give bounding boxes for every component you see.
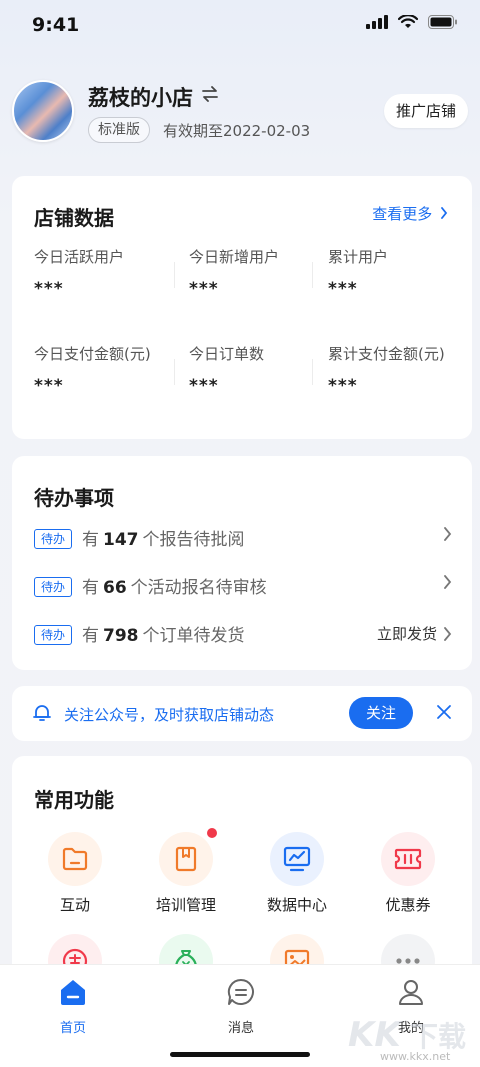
- notice-text: 关注公众号，及时获取店铺动态: [64, 706, 275, 724]
- todo-count: 798: [103, 626, 139, 646]
- functions-title: 常用功能: [34, 788, 114, 812]
- shop-header: 荔枝的小店 标准版 有效期至2022-02-03 推广店铺: [12, 80, 468, 150]
- func-label: 互动: [59, 896, 90, 914]
- follow-notice-banner: 关注公众号，及时获取店铺动态 关注: [12, 686, 472, 741]
- todo-row-activities[interactable]: 待办 有 66 个活动报名待审核: [34, 573, 452, 603]
- tab-home[interactable]: 首页: [33, 977, 113, 1036]
- todo-count: 147: [103, 530, 139, 550]
- bell-icon: [33, 705, 51, 721]
- edition-badge: 标准版: [88, 117, 150, 143]
- stat-divider: [312, 359, 313, 385]
- todo-text: 有 798 个订单待发货: [82, 621, 245, 646]
- stat-divider: [174, 359, 175, 385]
- func-interaction[interactable]: 互动: [30, 832, 120, 915]
- todo-text: 有 66 个活动报名待审核: [82, 573, 267, 598]
- watermark-url: www.kkx.net: [380, 1050, 451, 1063]
- chevron-right-icon: [441, 207, 448, 219]
- chart-icon: [270, 832, 324, 886]
- home-icon: [61, 980, 85, 1005]
- status-bar: 9:41: [0, 0, 480, 50]
- todo-row-orders[interactable]: 待办 有 798 个订单待发货 立即发货: [34, 621, 452, 651]
- func-training[interactable]: 培训管理: [141, 828, 231, 915]
- validity-date: 有效期至2022-02-03: [163, 122, 311, 140]
- row-arrow: [443, 527, 452, 541]
- stat-label: 今日新增用户: [189, 248, 280, 266]
- stat-divider: [174, 262, 175, 288]
- todo-tag: 待办: [34, 577, 72, 597]
- svg-text:下载: 下载: [410, 1020, 466, 1053]
- notification-dot: [207, 828, 217, 838]
- status-icons: [366, 15, 458, 29]
- ship-now-link[interactable]: 立即发货: [377, 623, 452, 644]
- todo-suffix: 个订单待发货: [142, 626, 245, 646]
- promote-shop-button[interactable]: 推广店铺: [383, 94, 468, 128]
- func-label: 数据中心: [266, 896, 327, 914]
- stat-active-users: 今日活跃用户 ***: [34, 246, 174, 299]
- shop-data-title: 店铺数据: [34, 206, 114, 230]
- chevron-right-icon: [444, 527, 452, 541]
- stat-today-payment: 今日支付金额(元) ***: [34, 343, 174, 396]
- func-label: 优惠券: [385, 896, 431, 914]
- stat-value: ***: [189, 376, 219, 396]
- todo-tag: 待办: [34, 529, 72, 549]
- ship-now-label: 立即发货: [376, 625, 437, 643]
- coupon-icon: [381, 832, 435, 886]
- book-icon: [159, 828, 217, 886]
- todo-text: 有 147 个报告待批阅: [82, 525, 245, 550]
- chevron-right-icon: [444, 575, 452, 589]
- stat-total-payment: 累计支付金额(元) ***: [328, 343, 468, 396]
- wifi-icon: [398, 15, 418, 28]
- row-arrow: [443, 575, 452, 589]
- view-more-label: 查看更多: [372, 205, 433, 223]
- message-icon: [227, 978, 254, 1005]
- stat-value: ***: [189, 279, 219, 299]
- tab-label: 首页: [59, 1021, 86, 1036]
- stat-new-users: 今日新增用户 ***: [189, 246, 329, 299]
- cellular-signal-icon: [366, 15, 388, 29]
- follow-button[interactable]: 关注: [349, 697, 413, 729]
- func-label: 培训管理: [155, 896, 216, 914]
- view-more-link[interactable]: 查看更多: [372, 203, 448, 224]
- shop-avatar[interactable]: [12, 80, 74, 142]
- folder-icon: [48, 832, 102, 886]
- svg-text:KK: KK: [348, 1015, 403, 1055]
- stat-value: ***: [34, 376, 64, 396]
- stat-total-users: 累计用户 ***: [328, 246, 468, 299]
- shop-data-card: 店铺数据 查看更多 今日活跃用户 *** 今日新增用户 *** 累计用户 ***…: [12, 176, 472, 439]
- shop-name: 荔枝的小店: [88, 86, 193, 110]
- battery-icon: [428, 15, 457, 29]
- stat-value: ***: [328, 376, 358, 396]
- todo-prefix: 有: [82, 578, 99, 598]
- stat-value: ***: [34, 279, 64, 299]
- todo-count: 66: [103, 578, 127, 598]
- stat-divider: [312, 262, 313, 288]
- todo-prefix: 有: [82, 530, 99, 550]
- stat-label: 累计支付金额(元): [328, 345, 445, 363]
- todo-card: 待办事项 待办 有 147 个报告待批阅 待办 有 66 个活动报名待审核 待办 有 79…: [12, 456, 472, 670]
- todo-suffix: 个活动报名待审核: [130, 578, 267, 598]
- close-icon[interactable]: [436, 704, 452, 720]
- chevron-right-icon: [444, 626, 452, 641]
- todo-suffix: 个报告待批阅: [142, 530, 245, 550]
- status-time: 9:41: [32, 14, 80, 36]
- todo-row-reports[interactable]: 待办 有 147 个报告待批阅: [34, 525, 452, 555]
- user-icon: [399, 980, 423, 1005]
- switch-shop-icon[interactable]: [201, 86, 219, 102]
- todo-tag: 待办: [34, 625, 72, 645]
- func-coupon[interactable]: 优惠券: [363, 832, 453, 915]
- stat-label: 累计用户: [328, 248, 389, 266]
- stat-value: ***: [328, 279, 358, 299]
- todo-title: 待办事项: [34, 486, 114, 510]
- stat-label: 今日订单数: [189, 345, 265, 363]
- todo-prefix: 有: [82, 626, 99, 646]
- home-indicator: [170, 1052, 310, 1057]
- tab-label: 消息: [227, 1021, 254, 1036]
- stat-label: 今日支付金额(元): [34, 345, 151, 363]
- stat-today-orders: 今日订单数 ***: [189, 343, 329, 396]
- tab-messages[interactable]: 消息: [201, 977, 281, 1036]
- stat-label: 今日活跃用户: [34, 248, 125, 266]
- func-data-center[interactable]: 数据中心: [252, 832, 342, 915]
